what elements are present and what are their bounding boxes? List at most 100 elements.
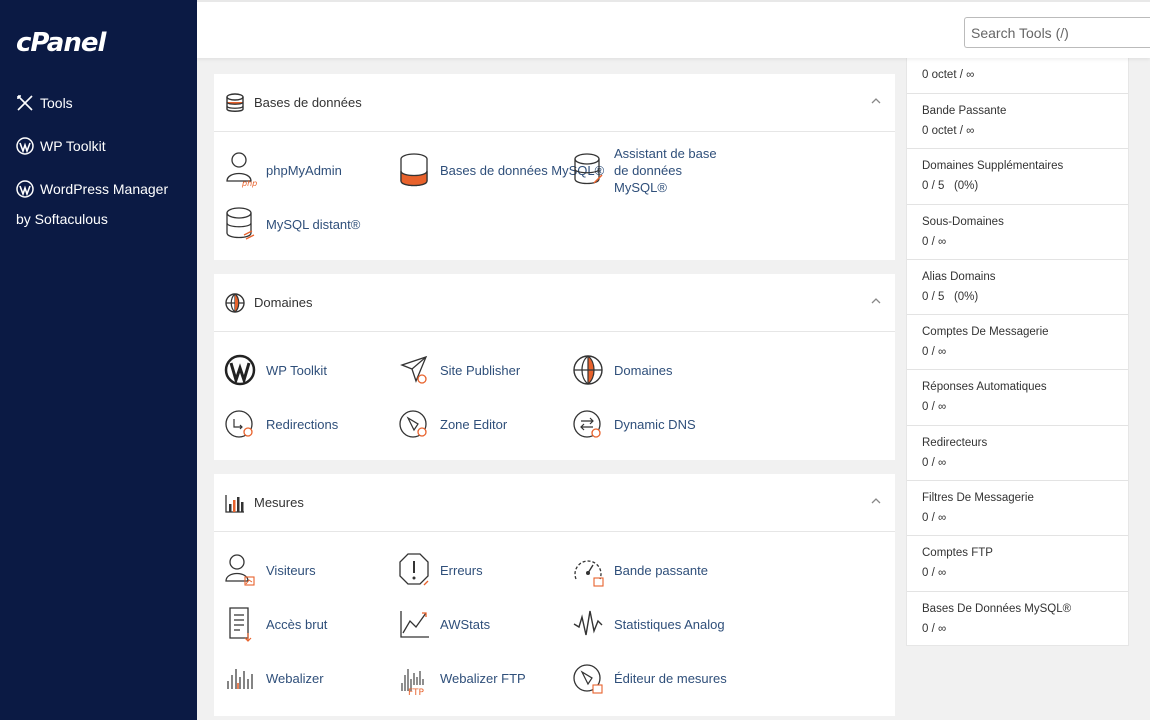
sidebar-item-label: Tools: [40, 95, 73, 111]
tool-mysql-wizard[interactable]: Assistant de base de données MySQL®: [572, 146, 732, 195]
section-domains: Domaines WP Toolkit Site Publisher Domai…: [214, 274, 895, 460]
stat-row: 0 octet / ∞: [907, 58, 1128, 94]
section-title: Mesures: [254, 495, 304, 510]
tool-site-publisher[interactable]: Site Publisher: [398, 350, 520, 390]
statistics-panel: 0 octet / ∞ Bande Passante 0 octet / ∞ D…: [906, 58, 1129, 646]
wordpress-icon: [16, 137, 34, 155]
tool-visitors[interactable]: Visiteurs: [224, 550, 316, 590]
globe-icon: [573, 355, 603, 385]
tool-remote-mysql[interactable]: MySQL distant®: [224, 204, 360, 244]
stat-value: 0 / 5 (0%): [922, 180, 979, 193]
waveform-icon: [573, 610, 603, 636]
tool-webalizer[interactable]: Webalizer: [224, 658, 324, 698]
section-header[interactable]: Domaines: [214, 274, 895, 332]
chevron-up-icon[interactable]: [871, 296, 881, 306]
sidebar-item-wp-toolkit[interactable]: WP Toolkit: [16, 131, 186, 161]
gauge-icon: [574, 560, 604, 587]
sidebar-item-label: WP Toolkit: [40, 138, 106, 154]
chevron-up-icon[interactable]: [871, 96, 881, 106]
wordpress-icon: [224, 354, 256, 386]
error-icon: [399, 553, 429, 586]
top-bar: [197, 0, 1150, 58]
stat-label: Bande Passante: [922, 105, 1007, 117]
sidebar-item-label: WordPress Manager by Softaculous: [16, 181, 169, 227]
metrics-editor-icon: [573, 664, 603, 694]
mysql-database-icon: [400, 153, 428, 187]
database-icon: [226, 92, 244, 112]
tool-phpmyadmin[interactable]: php phpMyAdmin: [224, 150, 342, 190]
stat-label: Alias Domains: [922, 270, 996, 283]
stat-value: 0 / ∞: [922, 235, 947, 248]
dynamic-dns-icon: [573, 410, 601, 438]
tool-label: Erreurs: [440, 562, 483, 578]
section-title: Bases de données: [254, 95, 362, 110]
search-tools-input[interactable]: [964, 17, 1150, 48]
stat-label: Sous-Domaines: [922, 215, 1004, 228]
tools-icon: [17, 95, 33, 111]
sidebar-item-wordpress-manager[interactable]: WordPress Manager by Softaculous: [16, 174, 186, 234]
sidebar: cPanel Tools WP Toolkit WordPress Manage…: [0, 0, 197, 720]
cpanel-logo[interactable]: cPanel: [16, 28, 106, 58]
stat-value: 0 octet / ∞: [922, 125, 975, 137]
stat-value: 0 / 5 (0%): [922, 290, 979, 303]
tool-redirections[interactable]: Redirections: [224, 404, 338, 444]
stat-value: 0 / ∞: [922, 512, 947, 525]
stat-row: Alias Domains 0 / 5 (0%): [907, 260, 1128, 316]
tool-label: Visiteurs: [266, 562, 316, 578]
stat-row: Redirecteurs 0 / ∞: [907, 426, 1128, 482]
stat-value: 0 octet / ∞: [922, 69, 975, 81]
stat-value: 0 / ∞: [922, 346, 947, 359]
tool-label: MySQL distant®: [266, 216, 361, 232]
stat-row: Bases De Données MySQL® 0 / ∞: [907, 592, 1128, 647]
webalizer-icon: [227, 669, 253, 689]
stat-label: Réponses Automatiques: [922, 381, 1047, 394]
tool-label: WP Toolkit: [266, 362, 327, 378]
tool-zone-editor[interactable]: Zone Editor: [398, 404, 507, 444]
tool-analog-stats[interactable]: Statistiques Analog: [572, 604, 725, 644]
stat-row: Sous-Domaines 0 / ∞: [907, 205, 1128, 260]
chevron-up-icon[interactable]: [871, 496, 881, 506]
remote-database-icon: [226, 207, 255, 240]
section-header[interactable]: Mesures: [214, 474, 895, 532]
bar-chart-icon: [225, 494, 244, 513]
stat-row: Réponses Automatiques 0 / ∞: [907, 370, 1128, 426]
stat-label: Filtres De Messagerie: [922, 492, 1034, 505]
phpmyadmin-icon: php: [226, 152, 257, 188]
stat-row: Comptes De Messagerie 0 / ∞: [907, 315, 1128, 371]
stat-value: 0 / ∞: [922, 401, 947, 414]
stat-value: 0 / ∞: [922, 456, 947, 469]
stat-label: Redirecteurs: [922, 436, 988, 449]
section-title: Domaines: [254, 295, 313, 310]
stat-row: Domaines Supplémentaires 0 / 5 (0%): [907, 149, 1128, 205]
zone-editor-icon: [399, 410, 427, 438]
tool-label: Assistant de base de données MySQL®: [614, 145, 717, 195]
stat-label: Comptes FTP: [922, 547, 993, 560]
tool-dynamic-dns[interactable]: Dynamic DNS: [572, 404, 696, 444]
tool-label: Zone Editor: [440, 416, 508, 432]
svg-text:php: php: [241, 179, 257, 188]
tool-awstats[interactable]: AWStats: [398, 604, 490, 644]
tool-label: Webalizer FTP: [440, 670, 526, 686]
stat-row: Comptes FTP 0 / ∞: [907, 536, 1128, 592]
section-header[interactable]: Bases de données: [214, 74, 895, 132]
tool-label: Statistiques Analog: [614, 616, 725, 632]
tool-errors[interactable]: Erreurs: [398, 550, 483, 590]
redirect-icon: [225, 410, 253, 438]
tool-domains[interactable]: Domaines: [572, 350, 673, 390]
tool-bandwidth[interactable]: Bande passante: [572, 550, 708, 590]
tool-raw-access[interactable]: Accès brut: [224, 604, 327, 644]
tool-metrics-editor[interactable]: Éditeur de mesures: [572, 658, 727, 698]
sidebar-item-tools[interactable]: Tools: [16, 88, 186, 118]
wordpress-icon: [16, 180, 34, 198]
stat-value: 0 / ∞: [922, 622, 947, 635]
tool-wp-toolkit[interactable]: WP Toolkit: [224, 350, 327, 390]
tool-label: Webalizer: [266, 670, 324, 686]
webalizer-ftp-icon: FTP: [401, 669, 425, 697]
stat-row: Filtres De Messagerie 0 / ∞: [907, 481, 1128, 537]
tool-label: Bande passante: [614, 562, 708, 578]
stat-label: Bases De Données MySQL®: [922, 602, 1072, 615]
section-databases: Bases de données php phpMyAdmin Bases de…: [214, 74, 895, 260]
stat-label: Domaines Supplémentaires: [922, 160, 1064, 173]
tool-webalizer-ftp[interactable]: FTP Webalizer FTP: [398, 658, 526, 698]
tool-label: phpMyAdmin: [266, 162, 342, 178]
